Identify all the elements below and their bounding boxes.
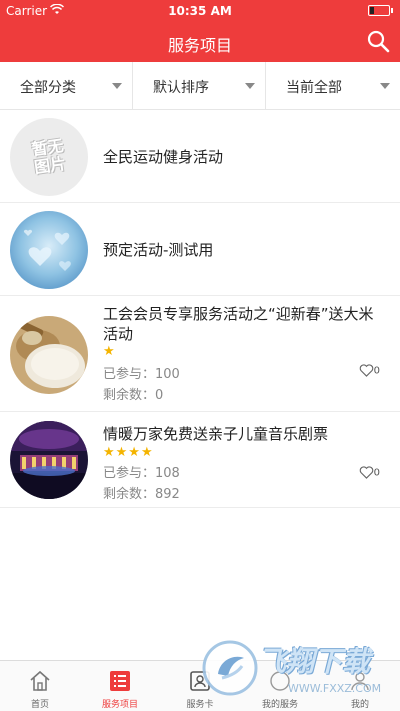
like-count: 0 — [373, 365, 380, 377]
tab-home[interactable]: 首页 — [0, 661, 80, 711]
joined-label: 已参与： — [103, 367, 156, 382]
remaining-value: 0 — [155, 388, 164, 403]
joined-count: 已参与：108 — [103, 462, 180, 481]
watermark-logo-icon — [202, 640, 258, 696]
joined-value: 100 — [155, 367, 180, 382]
chevron-down-icon — [245, 83, 255, 89]
page-title: 服务项目 — [167, 36, 232, 55]
joined-value: 108 — [155, 466, 180, 481]
watermark: 飞翔下载 WWW.FXXZ.COM — [200, 638, 400, 710]
placeholder-image: 暂无图片 — [10, 118, 88, 196]
watermark-url: WWW.FXXZ.COM — [288, 682, 382, 695]
heart-icon — [359, 364, 373, 377]
chevron-down-icon — [380, 83, 390, 89]
service-list: 暂无图片 全民运动健身活动 预定活动-测试用 工会会员专享服务活动之“迎新春”送… — [0, 110, 400, 508]
item-title: 全民运动健身活动 — [103, 148, 224, 166]
status-bar: Carrier 10:35 AM — [0, 0, 400, 22]
item-thumbnail — [10, 421, 88, 499]
like-count: 0 — [373, 467, 380, 479]
filter-status-label: 当前全部 — [286, 80, 342, 96]
battery-icon — [368, 5, 393, 16]
filter-sort-label: 默认排序 — [153, 80, 209, 96]
joined-count: 已参与：100 — [103, 363, 180, 382]
remaining-label: 剩余数： — [103, 388, 156, 403]
filter-category[interactable]: 全部分类 — [0, 62, 133, 109]
like-button[interactable]: 0 — [359, 364, 380, 377]
home-icon — [30, 670, 50, 691]
like-button[interactable]: 0 — [359, 466, 380, 479]
item-title: 预定活动-测试用 — [103, 241, 214, 259]
chevron-down-icon — [112, 83, 122, 89]
remaining-count: 剩余数：892 — [103, 483, 180, 502]
list-item[interactable]: 预定活动-测试用 — [0, 203, 400, 296]
filter-category-label: 全部分类 — [20, 80, 76, 96]
item-title: 情暖万家免费送亲子儿童音乐剧票 — [103, 425, 329, 443]
list-item[interactable]: 暂无图片 全民运动健身活动 — [0, 110, 400, 203]
filter-status[interactable]: 当前全部 — [266, 62, 400, 109]
list-icon — [110, 671, 130, 691]
list-item[interactable]: 工会会员专享服务活动之“迎新春”送大米活动 ★ 已参与：100 剩余数：0 0 — [0, 296, 400, 412]
remaining-count: 剩余数：0 — [103, 384, 163, 403]
rating-stars: ★★★★ — [103, 445, 154, 460]
tab-home-label: 首页 — [30, 700, 49, 710]
search-icon[interactable] — [366, 29, 390, 53]
watermark-brand: 飞翔下载 — [258, 645, 371, 678]
list-item[interactable]: 情暖万家免费送亲子儿童音乐剧票 ★★★★ 已参与：108 剩余数：892 0 — [0, 412, 400, 508]
filter-bar: 全部分类 默认排序 当前全部 — [0, 62, 400, 110]
rating-stars: ★ — [103, 344, 116, 359]
clock: 10:35 AM — [168, 4, 232, 18]
remaining-label: 剩余数： — [103, 487, 156, 502]
tab-services-label: 服务项目 — [101, 700, 138, 710]
item-thumbnail — [10, 316, 88, 394]
placeholder-text: 暂无图片 — [30, 135, 68, 178]
heart-icon — [359, 466, 373, 479]
filter-sort[interactable]: 默认排序 — [133, 62, 266, 109]
joined-label: 已参与： — [103, 466, 156, 481]
tab-services[interactable]: 服务项目 — [80, 661, 160, 711]
remaining-value: 892 — [155, 487, 180, 502]
item-thumbnail — [10, 211, 88, 289]
item-title: 工会会员专享服务活动之“迎新春”送大米活动 — [103, 305, 374, 343]
nav-bar: 服务项目 — [0, 22, 400, 62]
